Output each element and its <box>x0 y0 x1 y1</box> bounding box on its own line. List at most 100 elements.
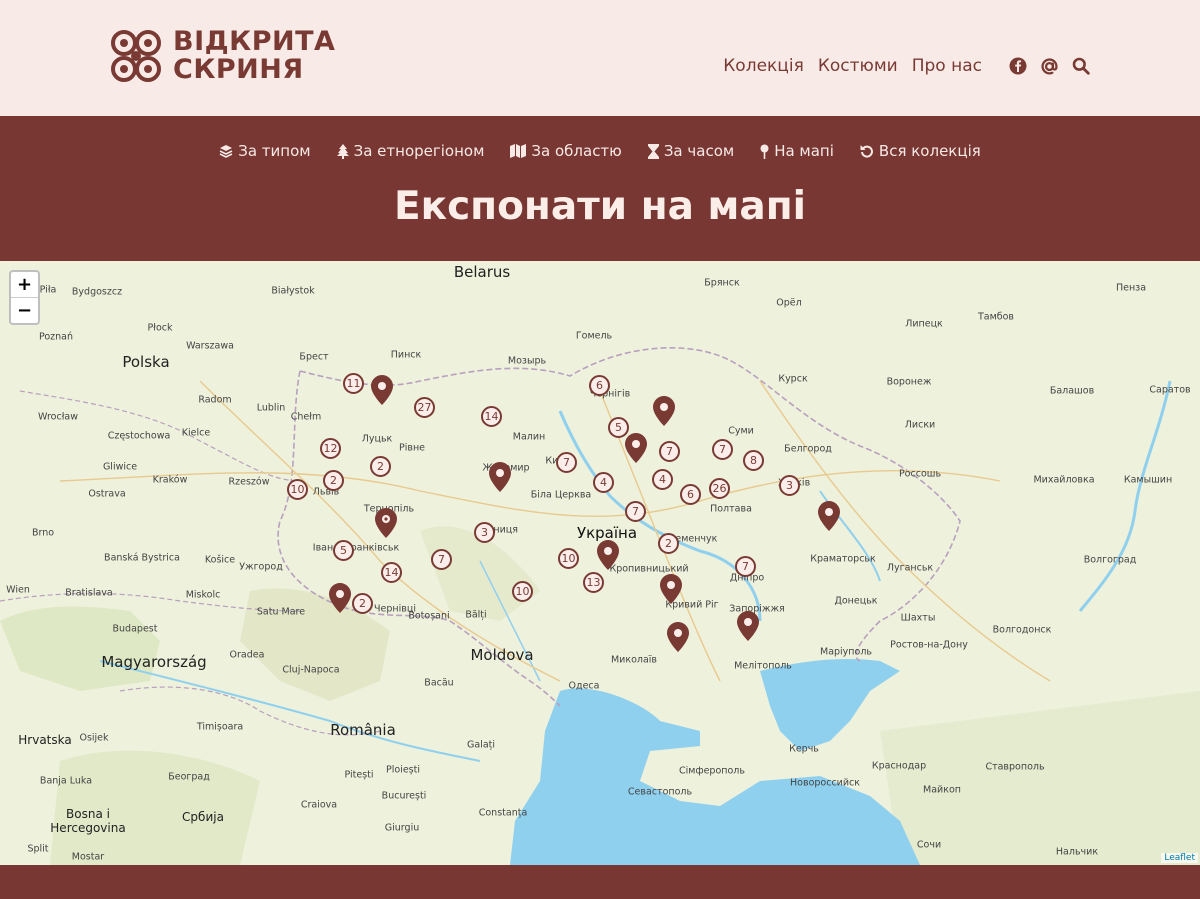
map-cluster[interactable]: 3 <box>779 475 800 496</box>
label-city: Суми <box>728 425 754 437</box>
label-city: Краснодар <box>871 760 927 772</box>
label-city: Banja Luka <box>39 775 93 787</box>
map-pin-marker[interactable] <box>818 501 840 531</box>
category-all-collection[interactable]: Вся колекція <box>860 142 981 160</box>
label-city: Wrocław <box>38 411 78 423</box>
label-city: Bălți <box>465 609 487 621</box>
label-city: Chełm <box>290 411 322 423</box>
page-footer <box>0 865 1200 899</box>
category-by-type[interactable]: За типом <box>219 142 311 160</box>
nav-link-costumes[interactable]: Костюми <box>818 56 898 76</box>
map-pin-marker[interactable] <box>375 508 397 538</box>
label-city: Oradea <box>229 649 265 661</box>
label-city: Волгодонск <box>992 624 1052 636</box>
map-cluster[interactable]: 27 <box>414 397 435 418</box>
label-city: Osijek <box>79 732 109 744</box>
label-city: Craiova <box>300 799 338 811</box>
category-by-time[interactable]: За часом <box>647 142 735 160</box>
label-city: Miskolc <box>185 589 221 601</box>
map-cluster[interactable]: 11 <box>343 373 364 394</box>
category-label: За часом <box>663 142 735 160</box>
map-pin-marker[interactable] <box>625 433 647 463</box>
map-cluster[interactable]: 5 <box>333 540 354 561</box>
map-pin-marker[interactable] <box>653 396 675 426</box>
map-cluster[interactable]: 7 <box>431 549 452 570</box>
label-city: Ostrava <box>88 488 126 500</box>
label-city: Михайловка <box>1033 474 1095 486</box>
map-cluster[interactable]: 2 <box>352 593 373 614</box>
map-pin-marker[interactable] <box>329 583 351 613</box>
map-pin-marker[interactable] <box>371 375 393 405</box>
map-cluster[interactable]: 2 <box>658 533 679 554</box>
label-city: Тамбов <box>977 311 1015 323</box>
email-at-icon[interactable] <box>1040 57 1059 76</box>
label-city: Пенза <box>1115 282 1147 294</box>
map-cluster[interactable]: 4 <box>593 472 614 493</box>
map-cluster[interactable]: 6 <box>589 375 610 396</box>
zoom-in-button[interactable]: + <box>11 272 38 297</box>
facebook-icon[interactable] <box>1009 57 1027 75</box>
map-attribution-link[interactable]: Leaflet <box>1161 853 1198 863</box>
exhibits-map[interactable]: Belarus Polska Україна Moldova Magyarors… <box>0 261 1200 865</box>
search-icon[interactable] <box>1072 57 1090 75</box>
label-city: Ставрополь <box>985 761 1045 773</box>
label-city: Split <box>27 843 49 855</box>
label-city: Radom <box>198 394 232 406</box>
label-city: Kraków <box>152 474 188 486</box>
label-city: Bydgoszcz <box>71 286 123 298</box>
map-pin-marker[interactable] <box>597 540 619 570</box>
category-on-map[interactable]: На мапі <box>760 142 834 160</box>
map-pin-marker[interactable] <box>667 622 689 652</box>
map-cluster[interactable]: 7 <box>556 452 577 473</box>
nav-link-collection[interactable]: Колекція <box>723 56 804 76</box>
category-label: За типом <box>238 142 311 160</box>
map-cluster[interactable]: 14 <box>381 562 402 583</box>
map-cluster[interactable]: 7 <box>659 441 680 462</box>
label-city: Волгоград <box>1083 554 1137 566</box>
map-pin-marker[interactable] <box>489 462 511 492</box>
label-city: Poznań <box>38 331 74 343</box>
label-city: Саратов <box>1149 384 1191 396</box>
map-pin-marker[interactable] <box>660 574 682 604</box>
map-cluster[interactable]: 10 <box>558 548 579 569</box>
map-cluster[interactable]: 10 <box>287 479 308 500</box>
category-navigation: За типом За етнорегіоном За областю За ч… <box>0 142 1200 160</box>
map-cluster[interactable]: 7 <box>735 556 756 577</box>
map-cluster[interactable]: 6 <box>680 484 701 505</box>
map-cluster[interactable]: 12 <box>320 438 341 459</box>
label-city: Płock <box>147 322 173 334</box>
map-cluster[interactable]: 3 <box>474 522 495 543</box>
map-pin-marker[interactable] <box>737 611 759 641</box>
map-cluster[interactable]: 8 <box>743 450 764 471</box>
label-city: Шахты <box>900 612 936 624</box>
label-country-belarus: Belarus <box>453 263 511 281</box>
label-city: Луганськ <box>886 562 934 574</box>
map-cluster[interactable]: 14 <box>481 406 502 427</box>
map-cluster[interactable]: 13 <box>583 572 604 593</box>
label-city: Брянск <box>704 277 740 289</box>
label-city: Рівне <box>398 442 426 454</box>
category-by-ethnoregion[interactable]: За етнорегіоном <box>336 142 484 160</box>
map-cluster[interactable]: 7 <box>712 439 733 460</box>
label-city: Маріуполь <box>819 646 873 658</box>
map-cluster[interactable]: 2 <box>370 456 391 477</box>
map-cluster[interactable]: 26 <box>709 478 730 499</box>
category-label: Вся колекція <box>878 142 981 160</box>
label-city: Košice <box>204 554 236 566</box>
label-city: Galați <box>466 739 496 751</box>
label-country-moldova: Moldova <box>470 646 534 664</box>
map-cluster[interactable]: 2 <box>323 470 344 491</box>
map-cluster[interactable]: 7 <box>625 501 646 522</box>
zoom-out-button[interactable]: − <box>11 297 38 323</box>
category-label: За областю <box>531 142 622 160</box>
label-city: Луцьк <box>361 433 393 445</box>
label-city: Lublin <box>256 402 286 414</box>
map-cluster[interactable]: 4 <box>652 469 673 490</box>
site-logo[interactable]: ВІДКРИТА СКРИНЯ <box>108 27 335 85</box>
map-cluster[interactable]: 10 <box>512 581 533 602</box>
category-by-oblast[interactable]: За областю <box>510 142 622 160</box>
nav-link-about[interactable]: Про нас <box>912 56 982 76</box>
label-city: Częstochowa <box>107 430 171 442</box>
label-city: Rzeszów <box>228 476 270 488</box>
label-city: Орёл <box>776 297 802 309</box>
